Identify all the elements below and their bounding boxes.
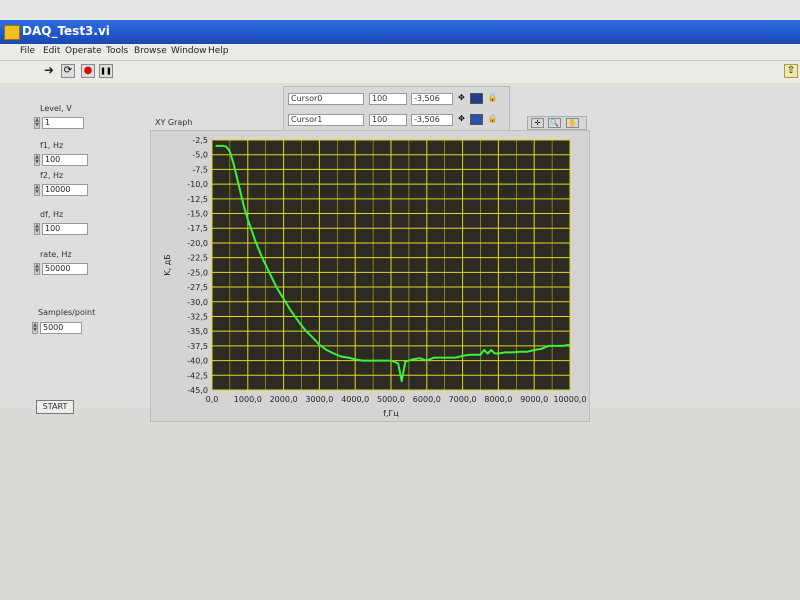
y-tick-label: -32,5 (187, 312, 208, 321)
cursor0-style-icon[interactable] (470, 93, 483, 104)
x-axis-label: f,Гц (383, 409, 399, 418)
y-tick-label: -2,5 (192, 136, 208, 145)
toolbar: ➜ ⟳ ● ❚❚ ⇧ (0, 61, 800, 84)
cursor0-move-icon[interactable]: ✥ (455, 93, 468, 104)
x-tick-label: 5000,0 (377, 395, 405, 404)
cursor1-x[interactable]: 100 (369, 114, 407, 126)
y-tick-label: -42,5 (187, 371, 208, 380)
pause-icon[interactable]: ❚❚ (99, 64, 113, 78)
samples-input[interactable]: 5000 (40, 322, 82, 334)
y-tick-label: -27,5 (187, 283, 208, 292)
y-tick-label: -7,5 (192, 165, 208, 174)
f1-input[interactable]: 100 (42, 154, 88, 166)
f2-label: f2, Hz (40, 171, 64, 180)
x-tick-label: 3000,0 (305, 395, 333, 404)
menu-help[interactable]: Help (208, 46, 229, 56)
y-tick-label: -12,5 (187, 195, 208, 204)
x-tick-label: 7000,0 (449, 395, 477, 404)
up-arrow-icon[interactable]: ⇧ (784, 64, 798, 78)
run-arrow-icon[interactable]: ➜ (42, 64, 56, 78)
x-tick-label: 0,0 (206, 395, 219, 404)
title-bar: DAQ_Test3.vi (0, 20, 800, 44)
cursor0-y[interactable]: -3,506 (411, 93, 453, 105)
level-label: Level, V (40, 104, 72, 113)
menu-operate[interactable]: Operate (65, 46, 102, 56)
menu-browse[interactable]: Browse (134, 46, 167, 56)
x-tick-labels: 0,0 1000,0 2000,0 3000,0 4000,0 5000,0 6000,0 7… (206, 395, 587, 404)
x-tick-label: 8000,0 (484, 395, 512, 404)
cursor0-lock-icon[interactable]: 🔒 (486, 93, 499, 104)
zoom-icon[interactable]: 🔍 (548, 118, 561, 128)
y-tick-label: -40,0 (187, 357, 208, 366)
samples-label: Samples/point (38, 308, 96, 317)
cursor0-name[interactable]: Cursor0 (288, 93, 364, 105)
cursor0-x[interactable]: 100 (369, 93, 407, 105)
y-tick-label: -5,0 (192, 151, 208, 160)
cursor1-style-icon[interactable] (470, 114, 483, 125)
menu-tools[interactable]: Tools (106, 46, 128, 56)
x-tick-label: 4000,0 (341, 395, 369, 404)
zoom-cross-icon[interactable]: ✛ (531, 118, 544, 128)
window-title: DAQ_Test3.vi (22, 24, 110, 38)
cursor1-y[interactable]: -3,506 (411, 114, 453, 126)
rate-label: rate, Hz (40, 250, 72, 259)
cursor1-lock-icon[interactable]: 🔒 (486, 114, 499, 125)
start-button[interactable]: START (36, 400, 74, 414)
level-spinner[interactable]: ▲ ▼ (34, 117, 40, 129)
samples-spinner[interactable]: ▲ ▼ (32, 322, 38, 334)
y-tick-label: -30,0 (187, 298, 208, 307)
f1-spinner[interactable]: ▲ ▼ (34, 154, 40, 166)
x-tick-label: 1000,0 (234, 395, 262, 404)
y-tick-label: -17,5 (187, 224, 208, 233)
menu-bar: File Edit Operate Tools Browse Window He… (0, 44, 800, 61)
pan-hand-icon[interactable]: ✋ (566, 118, 579, 128)
cursor1-name[interactable]: Cursor1 (288, 114, 364, 126)
rate-input[interactable]: 50000 (42, 263, 88, 275)
labview-app-icon (4, 25, 20, 40)
y-tick-label: -45,0 (187, 386, 208, 395)
menu-edit[interactable]: Edit (43, 46, 60, 56)
y-tick-label: -25,0 (187, 268, 208, 277)
graph-palette: ✛ 🔍 ✋ (527, 116, 587, 130)
run-continuously-icon[interactable]: ⟳ (61, 64, 75, 78)
lower-desktop-area (0, 408, 800, 600)
x-tick-label: 2000,0 (270, 395, 298, 404)
abort-icon[interactable]: ● (81, 64, 95, 78)
cursor-legend: Cursor0 100 -3,506 ✥ 🔒 Cursor1 100 -3,50… (283, 86, 510, 132)
y-tick-label: -22,5 (187, 254, 208, 263)
x-tick-label: 10000,0 (553, 395, 586, 404)
menu-window[interactable]: Window (171, 46, 207, 56)
f2-input[interactable]: 10000 (42, 184, 88, 196)
f2-spinner[interactable]: ▲ ▼ (34, 184, 40, 196)
y-axis-label: K, дБ (163, 254, 172, 275)
cursor1-move-icon[interactable]: ✥ (455, 114, 468, 125)
df-label: df, Hz (40, 210, 64, 219)
f1-label: f1, Hz (40, 141, 64, 150)
level-input[interactable]: 1 (42, 117, 84, 129)
x-tick-label: 9000,0 (520, 395, 548, 404)
df-spinner[interactable]: ▲ ▼ (34, 223, 40, 235)
y-tick-label: -37,5 (187, 342, 208, 351)
rate-spinner[interactable]: ▲ ▼ (34, 263, 40, 275)
y-tick-label: -15,0 (187, 210, 208, 219)
xy-graph[interactable]: 0,0 1000,0 2000,0 3000,0 4000,0 5000,0 6000,0 7… (150, 130, 590, 422)
y-tick-label: -20,0 (187, 239, 208, 248)
x-tick-label: 6000,0 (413, 395, 441, 404)
y-tick-label: -10,0 (187, 180, 208, 189)
df-input[interactable]: 100 (42, 223, 88, 235)
y-tick-labels: -2,5 -5,0 -7,5 -10,0 -12,5 -15,0 -17,5 -20,0 -22… (187, 136, 208, 395)
y-tick-label: -35,0 (187, 327, 208, 336)
graph-label: XY Graph (155, 118, 193, 127)
menu-file[interactable]: File (20, 46, 35, 56)
